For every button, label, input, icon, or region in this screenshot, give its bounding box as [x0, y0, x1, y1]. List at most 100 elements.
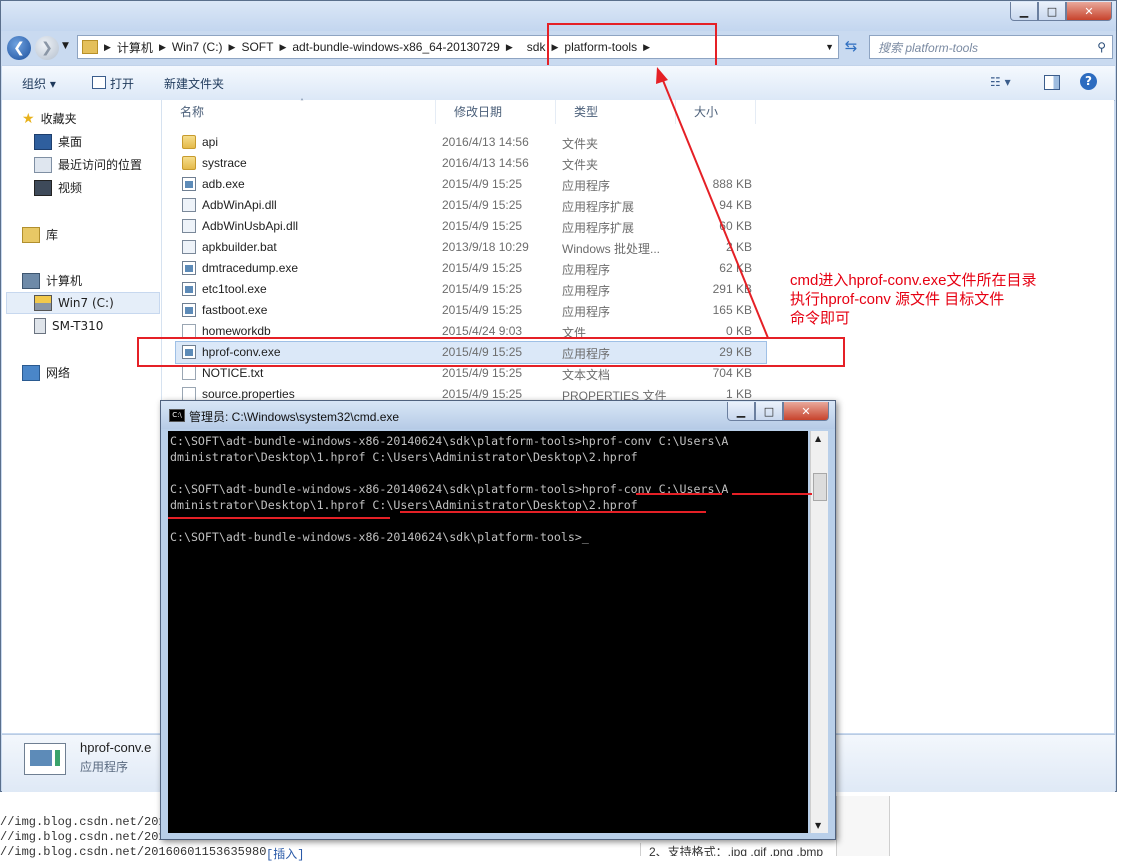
dll-icon	[182, 198, 196, 212]
annotation-line-1: cmd进入hprof-conv.exe文件所在目录	[790, 272, 1037, 289]
file-size: 704 KB	[712, 366, 752, 380]
nav-computer[interactable]: 计算机	[22, 272, 82, 289]
cmd-maximize-button[interactable]: □	[755, 402, 783, 421]
file-row[interactable]: api 2016/4/13 14:56 文件夹	[176, 132, 766, 153]
file-name: AdbWinUsbApi.dll	[202, 219, 299, 233]
breadcrumb-separator-icon: ▶	[158, 41, 166, 52]
open-button[interactable]: 打开	[110, 75, 134, 92]
cmd-title: 管理员: C:\Windows\system32\cmd.exe	[189, 410, 400, 424]
nav-computer-label: 计算机	[46, 274, 83, 288]
search-placeholder: 搜索 platform-tools	[878, 40, 979, 55]
file-name: etc1tool.exe	[202, 282, 267, 296]
exe-icon	[182, 177, 196, 191]
file-date: 2015/4/9 15:25	[442, 219, 523, 233]
star-icon: ★	[22, 110, 35, 127]
file-name: homeworkdb	[202, 324, 271, 338]
nav-favorites[interactable]: ★ 收藏夹	[22, 110, 77, 127]
network-icon	[22, 364, 40, 381]
refresh-icon[interactable]: ⇆	[840, 37, 862, 57]
address-bar[interactable]: ▶ 计算机 ▶ Win7 (C:) ▶ SOFT ▶ adt-bundle-wi…	[77, 35, 839, 59]
column-header-date[interactable]: 修改日期	[436, 100, 556, 124]
file-name: source.properties	[202, 387, 295, 401]
nav-favorites-label: 收藏夹	[40, 112, 77, 126]
cmd-console[interactable]: C:\SOFT\adt-bundle-windows-x86-20140624\…	[168, 431, 808, 833]
file-size: 1 KB	[725, 387, 752, 401]
nav-device[interactable]: SM-T310	[34, 318, 103, 334]
help-icon[interactable]: ?	[1080, 73, 1097, 90]
file-row[interactable]: etc1tool.exe 2015/4/9 15:25 应用程序 291 KB	[176, 279, 766, 300]
underline-target-path	[400, 511, 706, 513]
back-button[interactable]: ❮	[7, 36, 31, 60]
file-size: 60 KB	[719, 219, 752, 233]
breadcrumb-adt-bundle[interactable]: adt-bundle-windows-x86_64-20130729	[286, 40, 505, 54]
folder-icon	[182, 156, 196, 170]
file-date: 2015/4/9 15:25	[442, 366, 523, 380]
breadcrumb-soft[interactable]: SOFT	[235, 40, 279, 54]
nav-libraries[interactable]: 库	[22, 226, 58, 243]
file-row[interactable]: AdbWinUsbApi.dll 2015/4/9 15:25 应用程序扩展 60 K…	[176, 216, 766, 237]
txt-icon	[182, 366, 196, 380]
scroll-thumb[interactable]	[813, 473, 827, 501]
cmd-close-button[interactable]: ✕	[783, 402, 829, 421]
file-type: 应用程序	[562, 179, 611, 193]
nav-network[interactable]: 网络	[22, 364, 70, 381]
cmd-line: C:\SOFT\adt-bundle-windows-x86-20140624\…	[170, 434, 729, 448]
file-row[interactable]: fastboot.exe 2015/4/9 15:25 应用程序 165 KB	[176, 300, 766, 321]
file-name: api	[202, 135, 219, 149]
nav-desktop[interactable]: 桌面	[34, 133, 82, 150]
file-date: 2015/4/9 15:25	[442, 282, 523, 296]
scroll-up-icon[interactable]: ▲	[815, 434, 821, 443]
file-date: 2013/9/18 10:29	[442, 240, 529, 254]
nav-videos[interactable]: 视频	[34, 179, 82, 196]
search-icon[interactable]: ⚲	[1097, 40, 1106, 54]
exe-icon	[182, 261, 196, 275]
underline-source-path-b	[168, 517, 390, 519]
breadcrumb-computer[interactable]: 计算机	[111, 39, 159, 56]
preview-pane-icon[interactable]	[1044, 75, 1060, 90]
file-row[interactable]: apkbuilder.bat 2013/9/18 10:29 Windows 批处理…	[176, 237, 766, 258]
details-file-type: 应用程序	[80, 760, 129, 774]
breadcrumb-separator-icon: ▶	[228, 41, 236, 52]
file-type: 文件夹	[562, 158, 599, 172]
file-row[interactable]: systrace 2016/4/13 14:56 文件夹	[176, 153, 766, 174]
insert-button[interactable]: [插入]	[266, 845, 304, 862]
file-row[interactable]: adb.exe 2015/4/9 15:25 应用程序 888 KB	[176, 174, 766, 195]
column-header-name[interactable]: 名称	[162, 100, 436, 124]
new-folder-button[interactable]: 新建文件夹	[164, 75, 224, 92]
maximize-button[interactable]: □	[1038, 2, 1066, 21]
file-row[interactable]: AdbWinApi.dll 2015/4/9 15:25 应用程序扩展 94 KB	[176, 195, 766, 216]
video-icon	[34, 179, 52, 196]
details-file-name: hprof-conv.e	[80, 740, 152, 755]
scroll-down-icon[interactable]: ▼	[815, 821, 821, 830]
file-type: 应用程序	[562, 263, 611, 277]
cmd-window-controls: ▁ □ ✕	[727, 402, 829, 421]
close-button[interactable]: ✕	[1066, 2, 1112, 21]
nav-recent-places[interactable]: 最近访问的位置	[34, 156, 142, 173]
cmd-minimize-button[interactable]: ▁	[727, 402, 755, 421]
search-input[interactable]: 搜索 platform-tools ⚲	[869, 35, 1113, 59]
dll-icon	[182, 219, 196, 233]
breadcrumb-drive[interactable]: Win7 (C:)	[166, 40, 229, 54]
annotation-line-2: 执行hprof-conv 源文件 目标文件	[790, 291, 1005, 308]
organize-button[interactable]: 组织 ▾	[22, 75, 56, 92]
column-header-type[interactable]: 类型	[556, 100, 676, 124]
view-options-icon[interactable]: ☷ ▾	[990, 75, 1011, 89]
annotation-line-3: 命令即可	[790, 310, 851, 327]
file-size: 62 KB	[719, 261, 752, 275]
cmd-scrollbar[interactable]: ▲ ▼	[810, 431, 828, 833]
file-date: 2016/4/13 14:56	[442, 135, 529, 149]
file-size: 165 KB	[712, 303, 752, 317]
file-name: systrace	[202, 156, 247, 170]
library-icon	[22, 226, 40, 243]
nav-drive-c[interactable]: Win7 (C:)	[34, 295, 114, 311]
file-date: 2015/4/9 15:25	[442, 303, 523, 317]
column-header-size[interactable]: 大小	[676, 100, 756, 124]
nav-videos-label: 视频	[58, 181, 83, 195]
recent-pages-dropdown-icon[interactable]: ▼	[62, 41, 69, 51]
address-dropdown-icon[interactable]: ▼	[825, 42, 834, 52]
file-row[interactable]: dmtracedump.exe 2015/4/9 15:25 应用程序 62 KB	[176, 258, 766, 279]
file-type: 应用程序扩展	[562, 200, 635, 214]
forward-button[interactable]: ❯	[35, 36, 59, 60]
background-url-3: //img.blog.csdn.net/20160601153635980	[0, 845, 267, 859]
minimize-button[interactable]: ▁	[1010, 2, 1038, 21]
